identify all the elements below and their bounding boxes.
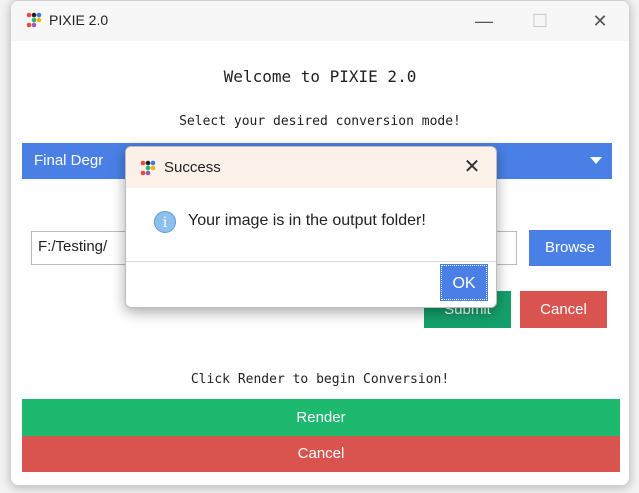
mode-select-value: Final Degr <box>34 152 104 169</box>
browse-button[interactable]: Browse <box>529 230 611 266</box>
success-dialog: Success ✕ i Your image is in the output … <box>125 146 497 308</box>
mode-prompt: Select your desired conversion mode! <box>179 114 461 129</box>
welcome-heading: Welcome to PIXIE 2.0 <box>223 67 417 86</box>
minimize-button[interactable]: — <box>469 7 499 35</box>
dialog-close-button[interactable]: ✕ <box>459 154 485 180</box>
dialog-title: Success <box>164 159 221 176</box>
dropdown-arrow-icon <box>590 157 602 164</box>
dialog-divider <box>126 261 496 262</box>
app-logo-icon <box>26 12 42 28</box>
cancel-render-button[interactable]: Cancel <box>22 436 620 472</box>
title-bar: PIXIE 2.0 — ☐ ✕ <box>11 1 629 41</box>
maximize-button[interactable]: ☐ <box>525 7 555 35</box>
cancel-button[interactable]: Cancel <box>520 291 607 328</box>
app-logo-icon <box>140 160 156 176</box>
window-title: PIXIE 2.0 <box>49 12 109 28</box>
render-button[interactable]: Render <box>22 399 620 436</box>
dialog-title-bar: Success ✕ <box>126 147 496 188</box>
info-icon: i <box>154 211 176 233</box>
render-prompt: Click Render to begin Conversion! <box>190 372 450 387</box>
window-close-button[interactable]: ✕ <box>585 7 615 35</box>
dialog-message: Your image is in the output folder! <box>188 212 426 229</box>
ok-button[interactable]: OK <box>440 264 488 301</box>
